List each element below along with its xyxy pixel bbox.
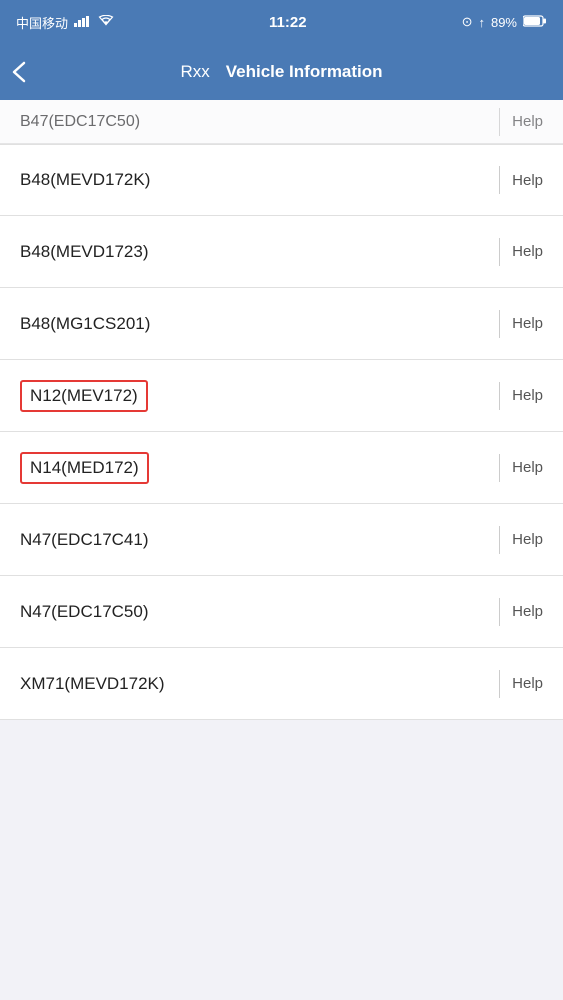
list-separator — [499, 382, 500, 410]
nav-vehicle-info-label: Vehicle Information — [226, 62, 383, 82]
list-separator — [499, 670, 500, 698]
help-button[interactable]: Help — [512, 243, 543, 260]
list-item-label: N14(MED172) — [20, 452, 149, 484]
location-icon: ⊙ — [462, 14, 473, 30]
status-left: 中国移动 — [16, 13, 114, 32]
list-item-right: Help — [499, 310, 543, 338]
list-separator — [499, 526, 500, 554]
list-item-right: Help — [499, 526, 543, 554]
back-button[interactable] — [12, 57, 34, 87]
prev-item-help[interactable]: Help — [512, 113, 543, 130]
list-item[interactable]: XM71(MEVD172K) Help — [0, 648, 563, 720]
list-item[interactable]: N47(EDC17C41) Help — [0, 504, 563, 576]
battery-label: 89% — [491, 15, 517, 30]
list-item[interactable]: B48(MG1CS201) Help — [0, 288, 563, 360]
list-item-label: N47(EDC17C41) — [20, 530, 149, 550]
list-item-right: Help — [499, 166, 543, 194]
nav-rxx-label: Rxx — [180, 62, 209, 82]
list-item-label: XM71(MEVD172K) — [20, 674, 165, 694]
help-button[interactable]: Help — [512, 675, 543, 692]
list-item-label: B48(MEVD172K) — [20, 170, 150, 190]
nav-bar: Rxx Vehicle Information — [0, 44, 563, 100]
battery-icon — [523, 15, 547, 30]
prev-item-right: Help — [499, 108, 543, 136]
list-item[interactable]: N12(MEV172) Help — [0, 360, 563, 432]
status-time: 11:22 — [269, 14, 307, 31]
separator — [499, 108, 500, 136]
list-separator — [499, 310, 500, 338]
list-separator — [499, 238, 500, 266]
list-item-right: Help — [499, 670, 543, 698]
help-button[interactable]: Help — [512, 387, 543, 404]
carrier-label: 中国移动 — [16, 13, 68, 32]
list-separator — [499, 598, 500, 626]
list-separator — [499, 454, 500, 482]
arrow-icon: ↑ — [478, 15, 485, 30]
signal-icon — [74, 15, 92, 30]
help-button[interactable]: Help — [512, 603, 543, 620]
help-button[interactable]: Help — [512, 172, 543, 189]
list-item[interactable]: B48(MEVD1723) Help — [0, 216, 563, 288]
help-button[interactable]: Help — [512, 459, 543, 476]
status-right: ⊙ ↑ 89% — [462, 14, 547, 30]
list-item-label: B48(MG1CS201) — [20, 314, 150, 334]
prev-item-label: B47(EDC17C50) — [20, 113, 140, 131]
list-item[interactable]: N47(EDC17C50) Help — [0, 576, 563, 648]
list-item-right: Help — [499, 382, 543, 410]
wifi-icon — [98, 15, 114, 30]
nav-title-area: Rxx Vehicle Information — [0, 62, 563, 82]
list-item-label: B48(MEVD1723) — [20, 242, 149, 262]
list-item-right: Help — [499, 238, 543, 266]
list-item-label: N12(MEV172) — [20, 380, 148, 412]
list-item-right: Help — [499, 454, 543, 482]
list-container: B48(MEVD172K)HelpB48(MEVD1723)HelpB48(MG… — [0, 144, 563, 720]
list-item[interactable]: B48(MEVD172K) Help — [0, 144, 563, 216]
list-item-label: N47(EDC17C50) — [20, 602, 149, 622]
list-item-right: Help — [499, 598, 543, 626]
list-item[interactable]: N14(MED172) Help — [0, 432, 563, 504]
prev-item: B47(EDC17C50) Help — [0, 100, 563, 144]
help-button[interactable]: Help — [512, 315, 543, 332]
status-bar: 中国移动 11:22 ⊙ ↑ 89% — [0, 0, 563, 44]
list-separator — [499, 166, 500, 194]
help-button[interactable]: Help — [512, 531, 543, 548]
